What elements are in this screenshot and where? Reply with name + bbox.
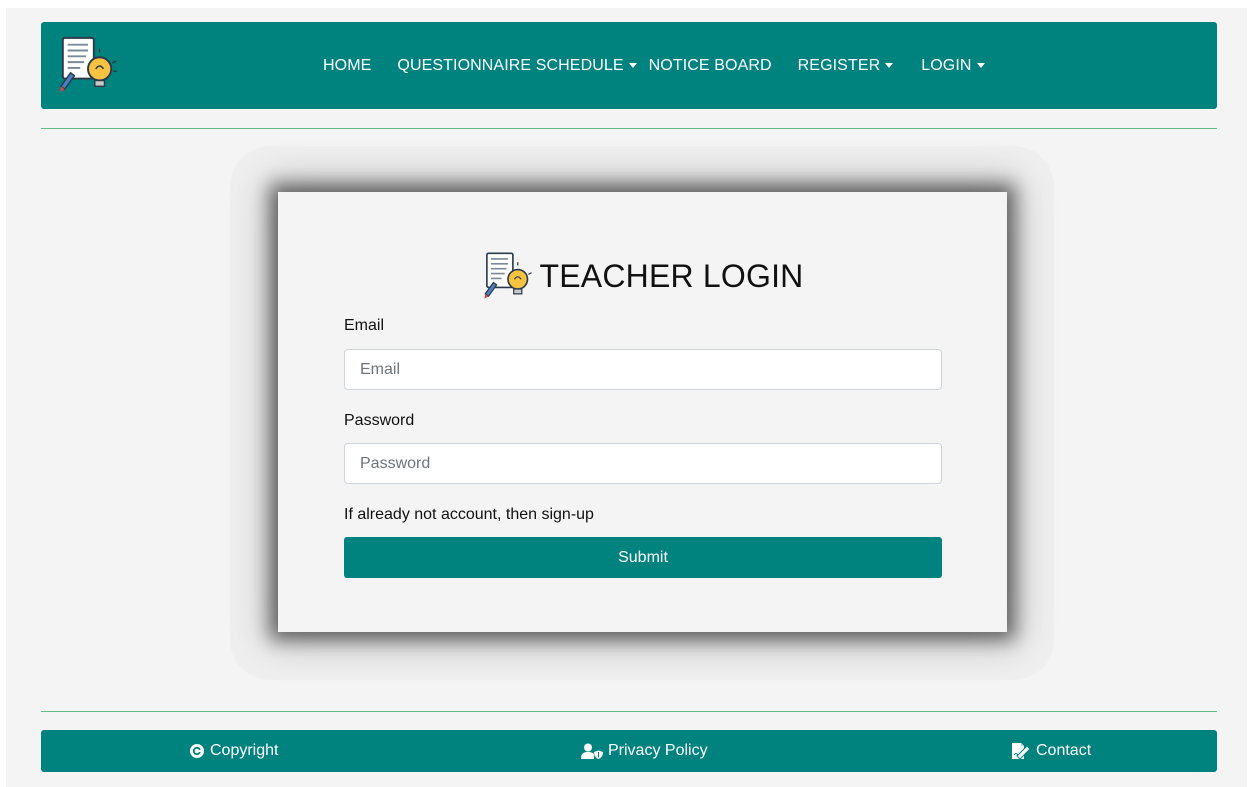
login-card: TEACHER LOGIN Email Password If already … — [278, 192, 1007, 632]
footer-privacy-label: Privacy Policy — [608, 742, 708, 759]
nav-questionnaire-schedule-label: QUESTIONNAIRE SCHEDULE — [397, 56, 624, 74]
caret-down-icon — [885, 63, 894, 68]
footer-copyright[interactable]: Copyright — [189, 730, 278, 772]
nav-home[interactable]: HOME — [323, 57, 371, 75]
nav-notice-board-label: NOTICE BOARD — [648, 56, 772, 74]
caret-down-icon — [976, 63, 985, 68]
footer-contact-label: Contact — [1036, 742, 1092, 759]
app-logo-icon[interactable] — [57, 34, 119, 96]
nav-register-label: REGISTER — [797, 56, 881, 74]
caret-down-icon — [628, 63, 637, 68]
nav-login-label: LOGIN — [921, 56, 972, 74]
password-input[interactable] — [344, 443, 942, 484]
copyright-icon — [190, 744, 204, 758]
app-logo-icon — [483, 252, 532, 299]
footer-copyright-label: Copyright — [210, 742, 279, 759]
nav-notice-board[interactable]: NOTICE BOARD — [649, 57, 772, 75]
top-divider — [41, 128, 1217, 129]
file-signature-icon — [1012, 743, 1031, 759]
email-input[interactable] — [344, 349, 942, 390]
nav-menu: HOME QUESTIONNAIRE SCHEDULE NOTICE BOARD… — [323, 22, 1001, 109]
footer-privacy-policy[interactable]: Privacy Policy — [581, 730, 708, 772]
nav-register[interactable]: REGISTER — [798, 57, 894, 75]
login-title: TEACHER LOGIN — [278, 250, 1007, 302]
nav-login[interactable]: LOGIN — [921, 56, 985, 75]
login-title-text: TEACHER LOGIN — [539, 257, 804, 294]
footer: Copyright Privacy Policy Contact — [41, 730, 1217, 772]
email-label: Email — [344, 317, 385, 334]
navbar: HOME QUESTIONNAIRE SCHEDULE NOTICE BOARD… — [41, 22, 1217, 109]
signup-hint[interactable]: If already not account, then sign-up — [344, 506, 594, 524]
footer-contact[interactable]: Contact — [1011, 730, 1091, 772]
bottom-divider — [41, 711, 1217, 712]
submit-button[interactable]: Submit — [344, 537, 942, 578]
nav-home-label: HOME — [323, 56, 372, 74]
nav-questionnaire-schedule[interactable]: QUESTIONNAIRE SCHEDULE — [397, 56, 637, 75]
user-shield-icon — [581, 743, 603, 759]
password-label: Password — [344, 412, 415, 429]
